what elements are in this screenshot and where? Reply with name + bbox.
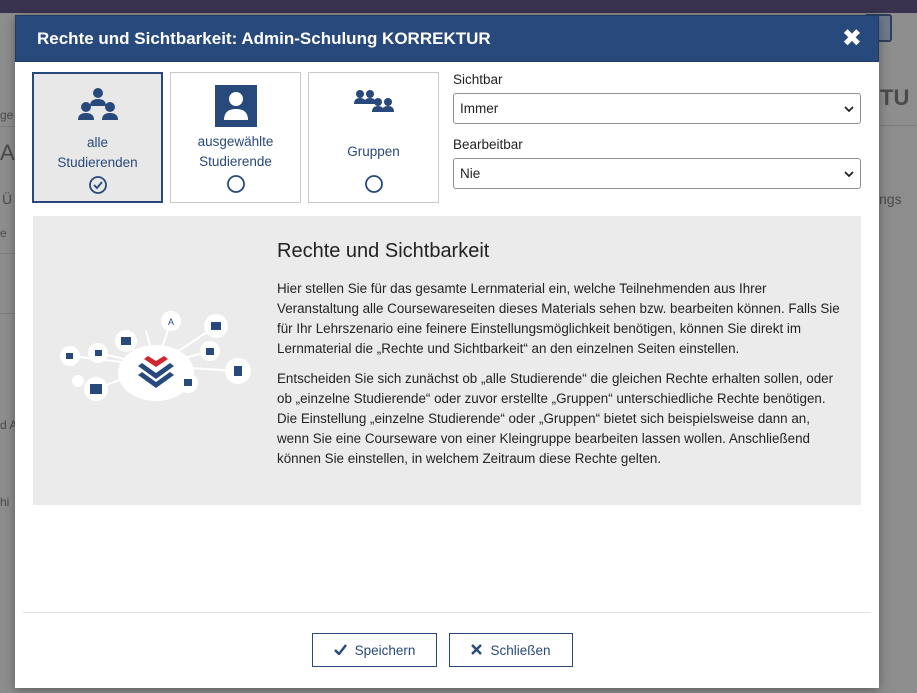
- audience-options: alle Studierenden ausgewählte Studierende: [32, 72, 439, 203]
- option-groups[interactable]: Gruppen: [308, 72, 439, 203]
- background-topbar: [0, 0, 917, 13]
- info-title: Rechte und Sichtbarkeit: [277, 240, 490, 262]
- bg-fragment: hi: [0, 495, 10, 509]
- groups-icon: [352, 83, 396, 129]
- editable-select-value: Nie: [460, 166, 481, 181]
- bg-fragment: TU: [880, 85, 910, 110]
- bg-fragment: Ü: [2, 191, 13, 207]
- info-box: A Rechte und Sichtbarkeit Hier stellen S…: [33, 216, 861, 505]
- visible-select[interactable]: Immer: [453, 93, 861, 124]
- option-label: ausgewählte Studierende: [197, 134, 274, 169]
- chevron-down-icon: [844, 101, 854, 116]
- dialog-title: Rechte und Sichtbarkeit: Admin-Schulung …: [37, 28, 491, 48]
- radio-circle-icon: [226, 174, 246, 199]
- dialog-header: Rechte und Sichtbarkeit: Admin-Schulung …: [15, 15, 879, 62]
- dialog-buttons: Speichern Schließen: [312, 633, 573, 667]
- settings-fields: Sichtbar Immer Bearbeitbar Nie: [453, 72, 861, 189]
- option-all-students[interactable]: alle Studierenden: [32, 72, 163, 203]
- chevron-down-icon: [844, 166, 854, 181]
- user-card-icon: [214, 83, 258, 129]
- permissions-dialog: Rechte und Sichtbarkeit: Admin-Schulung …: [15, 15, 879, 688]
- visible-select-value: Immer: [460, 101, 499, 116]
- close-icon: [471, 643, 483, 658]
- users-group-icon: [76, 84, 120, 130]
- info-paragraph: Hier stellen Sie für das gesamte Lernmat…: [277, 281, 840, 356]
- editable-select[interactable]: Nie: [453, 158, 861, 189]
- close-button-label: Schließen: [490, 642, 551, 658]
- footer-divider: [23, 612, 871, 613]
- option-label: Gruppen: [347, 144, 400, 159]
- radio-circle-icon: [364, 174, 384, 199]
- info-text: Rechte und Sichtbarkeit Hier stellen Sie…: [277, 240, 842, 479]
- svg-text:A: A: [168, 317, 174, 327]
- bg-fragment: ngs: [879, 191, 902, 207]
- close-button[interactable]: Schließen: [449, 633, 573, 667]
- bg-fragment: e: [0, 226, 7, 240]
- info-paragraph: Entscheiden Sie sich zunächst ob „alle S…: [277, 371, 834, 466]
- save-button[interactable]: Speichern: [312, 633, 437, 667]
- visible-label: Sichtbar: [453, 72, 503, 87]
- save-button-label: Speichern: [354, 642, 416, 658]
- courseware-illustration-icon: A: [58, 311, 254, 416]
- bg-fragment: ge: [0, 108, 14, 122]
- option-label: alle Studierenden: [57, 135, 138, 170]
- check-circle-icon: [88, 175, 108, 200]
- option-selected-students[interactable]: ausgewählte Studierende: [170, 72, 301, 203]
- editable-label: Bearbeitbar: [453, 137, 523, 152]
- checkmark-icon: [333, 643, 347, 658]
- close-icon[interactable]: ✖: [842, 26, 862, 51]
